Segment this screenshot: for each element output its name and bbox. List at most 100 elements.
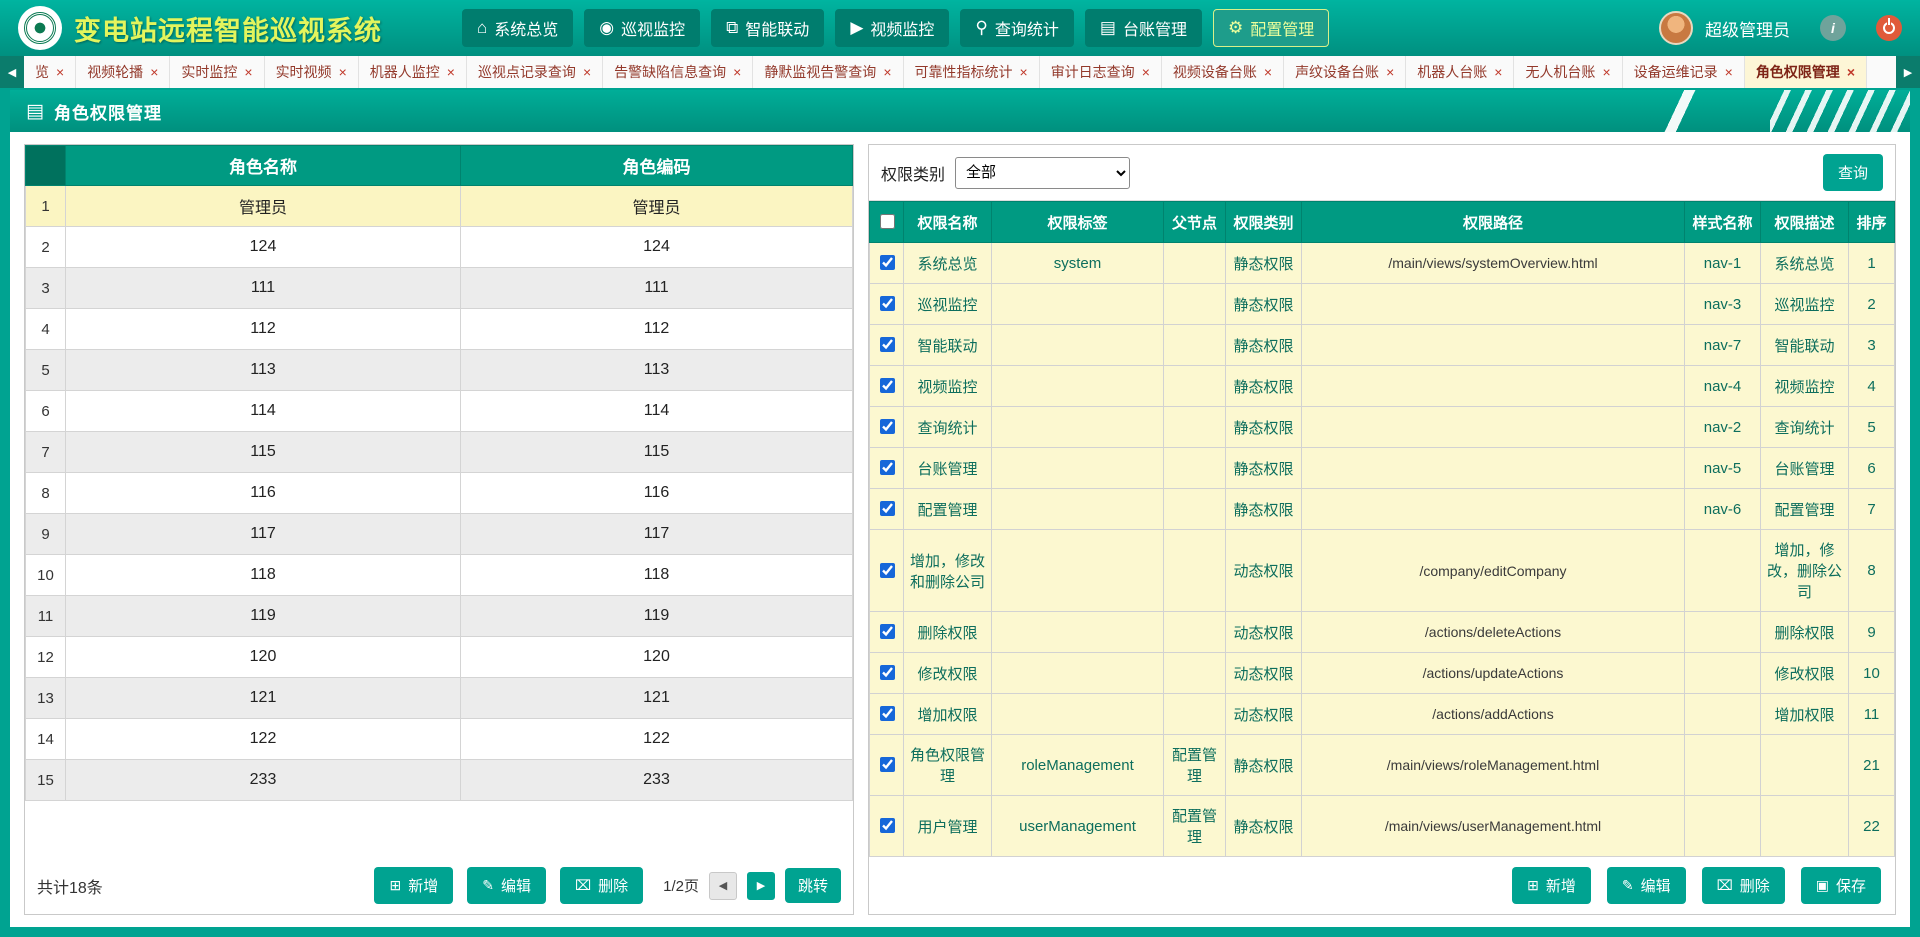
row-checkbox[interactable] bbox=[880, 460, 895, 475]
tab-close-icon[interactable]: × bbox=[150, 65, 158, 79]
permission-table-row[interactable]: 角色权限管理 roleManagement 配置管理 静态权限 /main/vi… bbox=[870, 735, 1895, 796]
row-checkbox[interactable] bbox=[880, 624, 895, 639]
role-table-row[interactable]: 9 117 117 bbox=[26, 514, 853, 555]
nav-button[interactable]: ⌂ 系统总览 bbox=[462, 9, 573, 47]
row-checkbox[interactable] bbox=[880, 757, 895, 772]
tab-close-icon[interactable]: × bbox=[733, 65, 741, 79]
tab-item[interactable]: 实时监控 × bbox=[170, 56, 264, 88]
tab-close-icon[interactable]: × bbox=[1602, 65, 1610, 79]
select-all-checkbox[interactable] bbox=[880, 214, 895, 229]
role-table-row[interactable]: 4 112 112 bbox=[26, 309, 853, 350]
tab-close-icon[interactable]: × bbox=[1142, 65, 1150, 79]
permission-table-row[interactable]: 用户管理 userManagement 配置管理 静态权限 /main/view… bbox=[870, 796, 1895, 857]
tab-close-icon[interactable]: × bbox=[1494, 65, 1502, 79]
tab-item[interactable]: 机器人监控 × bbox=[359, 56, 467, 88]
tab-close-icon[interactable]: × bbox=[1725, 65, 1733, 79]
role-table-row[interactable]: 8 116 116 bbox=[26, 473, 853, 514]
row-checkbox[interactable] bbox=[880, 378, 895, 393]
page-prev-icon[interactable]: ◀ bbox=[709, 872, 737, 900]
row-checkbox[interactable] bbox=[880, 296, 895, 311]
permission-table-row[interactable]: 修改权限 动态权限 /actions/updateActions 修改权限 10 bbox=[870, 653, 1895, 694]
tab-item[interactable]: 告警缺陷信息查询 × bbox=[603, 56, 753, 88]
role-table-row[interactable]: 12 120 120 bbox=[26, 637, 853, 678]
permission-table-row[interactable]: 视频监控 静态权限 nav-4 视频监控 4 bbox=[870, 366, 1895, 407]
tab-item[interactable]: 静默监视告警查询 × bbox=[753, 56, 903, 88]
perm-save-button[interactable]: ▣ 保存 bbox=[1801, 867, 1881, 904]
nav-button[interactable]: ⚙ 配置管理 bbox=[1213, 9, 1329, 47]
tab-item[interactable]: 机器人台账 × bbox=[1406, 56, 1514, 88]
role-edit-button[interactable]: ✎ 编辑 bbox=[467, 867, 546, 904]
role-table-row[interactable]: 5 113 113 bbox=[26, 350, 853, 391]
tab-close-icon[interactable]: × bbox=[447, 65, 455, 79]
nav-button[interactable]: ⧉ 智能联动 bbox=[711, 9, 824, 47]
tab-item[interactable]: 审计日志查询 × bbox=[1040, 56, 1162, 88]
perm-edit-button[interactable]: ✎ 编辑 bbox=[1607, 867, 1686, 904]
tab-item[interactable]: 巡视点记录查询 × bbox=[467, 56, 603, 88]
tab-close-icon[interactable]: × bbox=[583, 65, 591, 79]
tab-item[interactable]: 角色权限管理 × bbox=[1745, 56, 1867, 88]
permission-table-row[interactable]: 巡视监控 静态权限 nav-3 巡视监控 2 bbox=[870, 284, 1895, 325]
power-icon[interactable] bbox=[1876, 15, 1902, 41]
row-checkbox[interactable] bbox=[880, 337, 895, 352]
tab-item[interactable]: 视频轮播 × bbox=[76, 56, 170, 88]
permission-table-row[interactable]: 增加，修改和删除公司 动态权限 /company/editCompany 增加，… bbox=[870, 530, 1895, 612]
row-checkbox[interactable] bbox=[880, 818, 895, 833]
role-table-row[interactable]: 13 121 121 bbox=[26, 678, 853, 719]
role-add-button[interactable]: ⊞ 新增 bbox=[374, 867, 453, 904]
tab-close-icon[interactable]: × bbox=[1264, 65, 1272, 79]
tab-item[interactable]: 视频设备台账 × bbox=[1162, 56, 1284, 88]
tab-close-icon[interactable]: × bbox=[339, 65, 347, 79]
role-delete-button[interactable]: ⌧ 删除 bbox=[560, 867, 643, 904]
permission-table-row[interactable]: 配置管理 静态权限 nav-6 配置管理 7 bbox=[870, 489, 1895, 530]
role-table-row[interactable]: 11 119 119 bbox=[26, 596, 853, 637]
permission-table-row[interactable]: 增加权限 动态权限 /actions/addActions 增加权限 11 bbox=[870, 694, 1895, 735]
perm-add-button[interactable]: ⊞ 新增 bbox=[1512, 867, 1591, 904]
role-table-row[interactable]: 1 管理员 管理员 bbox=[26, 186, 853, 227]
permission-table-row[interactable]: 智能联动 静态权限 nav-7 智能联动 3 bbox=[870, 325, 1895, 366]
role-table-row[interactable]: 2 124 124 bbox=[26, 227, 853, 268]
row-checkbox[interactable] bbox=[880, 665, 895, 680]
tab-item[interactable]: 无人机台账 × bbox=[1514, 56, 1622, 88]
nav-button[interactable]: ▶ 视频监控 bbox=[835, 9, 949, 47]
row-checkbox[interactable] bbox=[880, 706, 895, 721]
permission-table-row[interactable]: 台账管理 静态权限 nav-5 台账管理 6 bbox=[870, 448, 1895, 489]
perm-delete-button[interactable]: ⌧ 删除 bbox=[1702, 867, 1785, 904]
tab-item[interactable]: 实时视频 × bbox=[265, 56, 359, 88]
tab-scroll-right-icon[interactable]: ▶ bbox=[1896, 56, 1920, 88]
row-checkbox[interactable] bbox=[880, 419, 895, 434]
role-table-row[interactable]: 6 114 114 bbox=[26, 391, 853, 432]
tab-close-icon[interactable]: × bbox=[56, 65, 64, 79]
tab-scroll-left-icon[interactable]: ◀ bbox=[0, 56, 24, 88]
permission-table-row[interactable]: 系统总览 system 静态权限 /main/views/systemOverv… bbox=[870, 243, 1895, 284]
tab-item[interactable]: 设备运维记录 × bbox=[1623, 56, 1745, 88]
row-checkbox[interactable] bbox=[880, 563, 895, 578]
tab-close-icon[interactable]: × bbox=[883, 65, 891, 79]
tab-item[interactable]: 览 × bbox=[24, 56, 76, 88]
tab-close-icon[interactable]: × bbox=[1020, 65, 1028, 79]
permission-table-row[interactable]: 删除权限 动态权限 /actions/deleteActions 删除权限 9 bbox=[870, 612, 1895, 653]
tab-close-icon[interactable]: × bbox=[244, 65, 252, 79]
nav-button[interactable]: ⚲ 查询统计 bbox=[960, 9, 1073, 47]
permission-table-row[interactable]: 查询统计 静态权限 nav-2 查询统计 5 bbox=[870, 407, 1895, 448]
tab-item[interactable]: 可靠性指标统计 × bbox=[904, 56, 1040, 88]
role-name-cell: 112 bbox=[66, 309, 461, 350]
page-next-icon[interactable]: ▶ bbox=[747, 872, 775, 900]
query-button[interactable]: 查询 bbox=[1823, 154, 1883, 191]
page-jump-button[interactable]: 跳转 bbox=[785, 868, 841, 903]
row-checkbox[interactable] bbox=[880, 255, 895, 270]
nav-button[interactable]: ◉ 巡视监控 bbox=[584, 9, 700, 47]
permission-table-scroll[interactable]: 权限名称 权限标签 父节点 权限类别 权限路径 样式名称 权限描述 排序 bbox=[869, 201, 1895, 857]
avatar[interactable] bbox=[1659, 11, 1693, 45]
tab-item[interactable]: 声纹设备台账 × bbox=[1284, 56, 1406, 88]
role-table-row[interactable]: 7 115 115 bbox=[26, 432, 853, 473]
role-table-row[interactable]: 14 122 122 bbox=[26, 719, 853, 760]
info-icon[interactable]: i bbox=[1820, 15, 1846, 41]
tab-close-icon[interactable]: × bbox=[1847, 65, 1855, 79]
permission-category-select[interactable]: 全部 bbox=[955, 157, 1130, 189]
tab-close-icon[interactable]: × bbox=[1386, 65, 1394, 79]
role-table-row[interactable]: 10 118 118 bbox=[26, 555, 853, 596]
nav-button[interactable]: ▤ 台账管理 bbox=[1085, 9, 1202, 47]
row-checkbox[interactable] bbox=[880, 501, 895, 516]
role-table-row[interactable]: 15 233 233 bbox=[26, 760, 853, 801]
role-table-row[interactable]: 3 111 111 bbox=[26, 268, 853, 309]
